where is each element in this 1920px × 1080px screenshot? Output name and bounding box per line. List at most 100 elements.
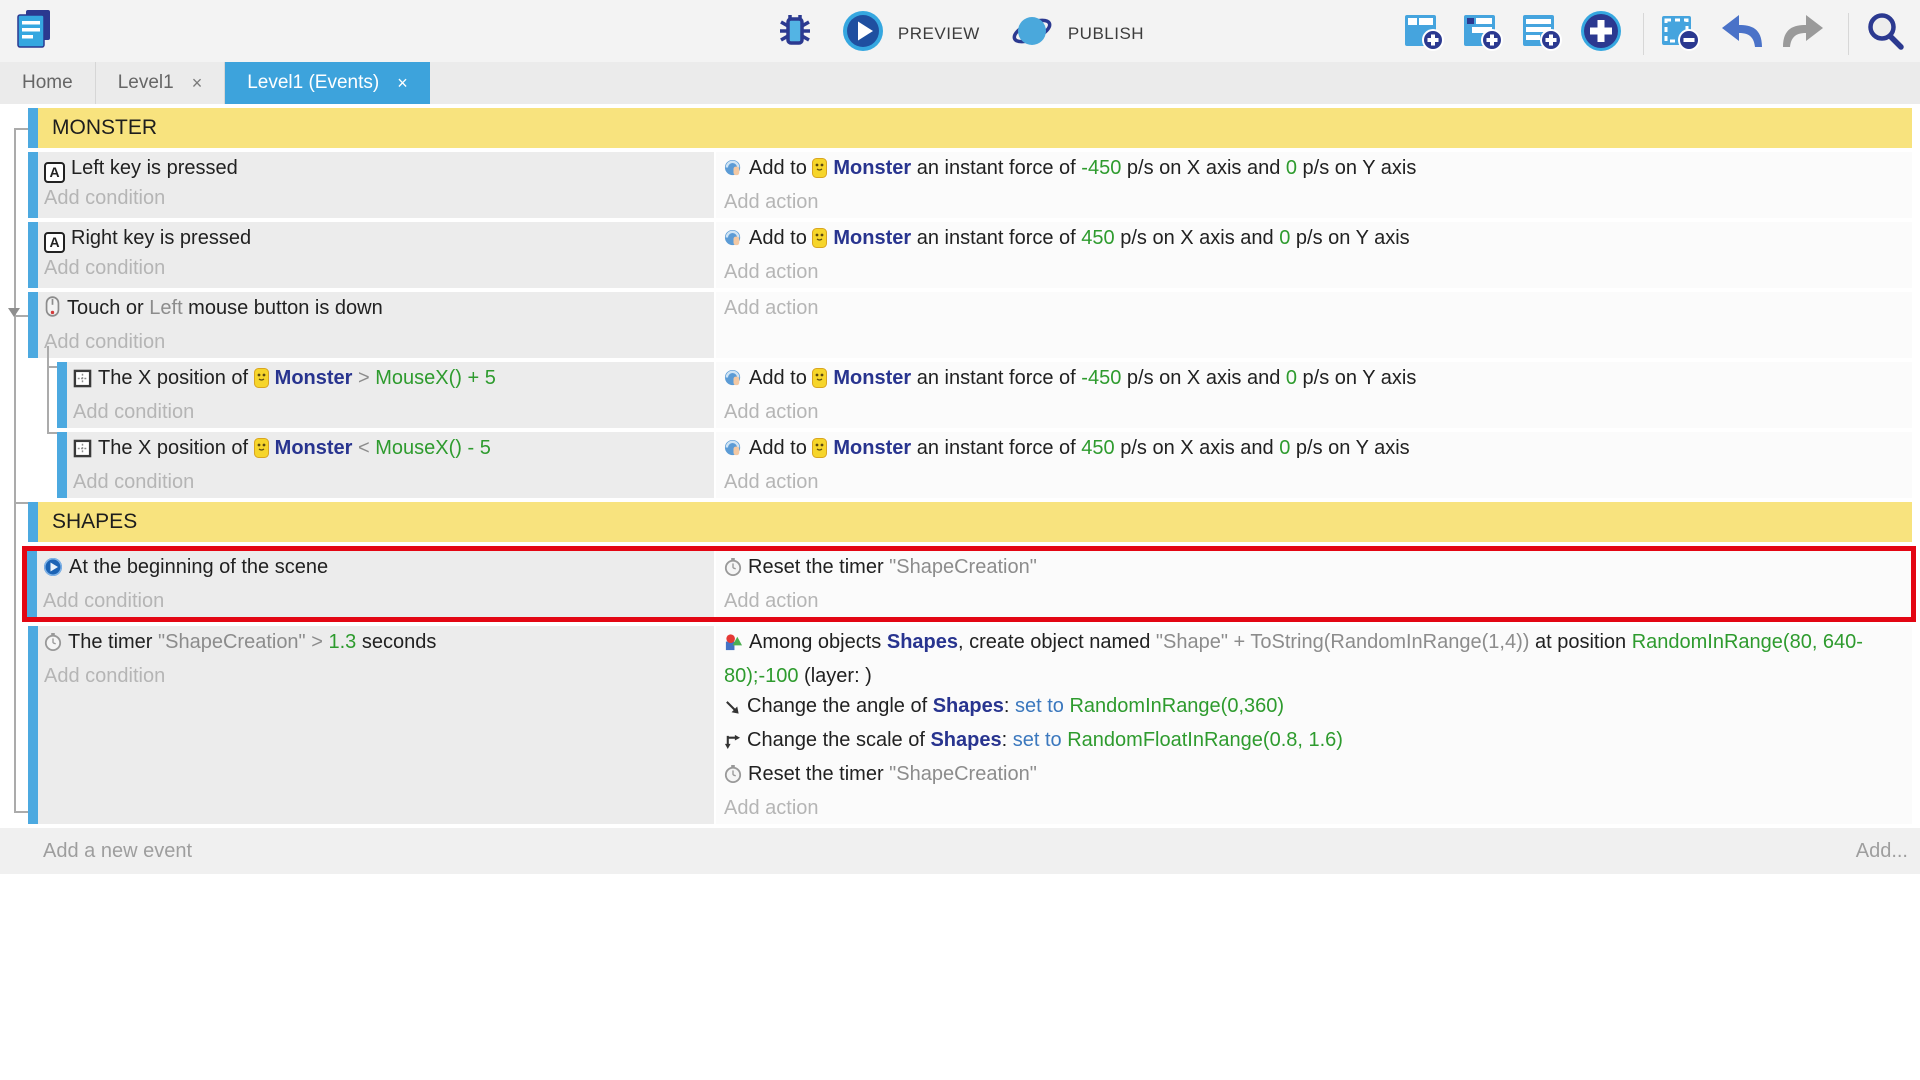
add-choose-event-button[interactable]: [1580, 10, 1622, 57]
preview-button[interactable]: PREVIEW: [842, 10, 980, 57]
event-touch-mouse: Touch or Left mouse button is down Add c…: [28, 292, 1912, 358]
action-cell: Add action: [716, 292, 1912, 358]
publish-button[interactable]: PUBLISH: [1010, 10, 1144, 57]
add-action-button[interactable]: Add action: [724, 293, 1904, 323]
group-header-monster[interactable]: MONSTER: [28, 108, 1912, 148]
action-change-angle[interactable]: Change the angle of Shapes: set to Rando…: [724, 691, 1904, 725]
monster-object-icon: [812, 157, 827, 187]
condition-xposition-lt[interactable]: The X position of Monster < MouseX() - 5: [73, 433, 710, 467]
timer-icon: [724, 556, 742, 586]
force-icon: [724, 157, 743, 187]
tab-level1-events[interactable]: Level1 (Events) ×: [225, 62, 430, 104]
tree-line: [47, 366, 57, 368]
action-add-force[interactable]: Add to Monster an instant force of -450 …: [724, 153, 1904, 187]
tree-line: [14, 128, 16, 813]
toolbar-separator: [1643, 13, 1644, 55]
tab-close-icon[interactable]: ×: [192, 73, 203, 94]
add-action-button[interactable]: Add action: [724, 397, 1904, 427]
add-condition-button[interactable]: Add condition: [43, 586, 710, 616]
create-object-icon: [724, 631, 743, 661]
condition-xposition-gt[interactable]: The X position of Monster > MouseX() + 5: [73, 363, 710, 397]
add-condition-button[interactable]: Add condition: [44, 183, 710, 213]
search-button[interactable]: [1864, 10, 1906, 57]
group-header-shapes[interactable]: SHAPES: [28, 502, 1912, 542]
condition-timer[interactable]: The timer "ShapeCreation" > 1.3 seconds: [44, 627, 710, 661]
globe-icon: [1010, 10, 1054, 57]
add-condition-button[interactable]: Add condition: [73, 397, 710, 427]
preview-label: PREVIEW: [898, 24, 980, 44]
debugger-button[interactable]: [776, 11, 820, 56]
add-new-event-button[interactable]: Add a new event: [43, 840, 192, 863]
add-action-button[interactable]: Add action: [724, 467, 1904, 497]
group-title: SHAPES: [52, 510, 137, 534]
action-add-force[interactable]: Add to Monster an instant force of 450 p…: [724, 223, 1904, 257]
condition-cell: The timer "ShapeCreation" > 1.3 seconds …: [38, 626, 716, 824]
event-timer: The timer "ShapeCreation" > 1.3 seconds …: [28, 626, 1912, 824]
tree-line: [14, 811, 28, 813]
bug-icon: [776, 11, 814, 56]
monster-object-icon: [812, 367, 827, 397]
tab-scene-level1[interactable]: Level1 ×: [96, 62, 226, 104]
play-icon: [842, 10, 884, 57]
event-bar: [28, 222, 38, 288]
add-comment-button[interactable]: [1521, 10, 1563, 57]
event-bar: [27, 551, 37, 617]
action-change-scale[interactable]: Change the scale of Shapes: set to Rando…: [724, 725, 1904, 759]
delete-selection-button[interactable]: [1659, 10, 1701, 57]
tab-home[interactable]: Home: [0, 62, 96, 104]
force-icon: [724, 437, 743, 467]
add-action-button[interactable]: Add action: [724, 257, 1904, 287]
add-condition-button[interactable]: Add condition: [44, 661, 710, 691]
add-condition-button[interactable]: Add condition: [44, 253, 710, 283]
position-icon: [73, 367, 92, 397]
condition-touch-mouse[interactable]: Touch or Left mouse button is down: [44, 293, 710, 327]
add-condition-button[interactable]: Add condition: [73, 467, 710, 497]
collapse-arrow-icon[interactable]: [8, 308, 20, 317]
force-icon: [724, 227, 743, 257]
timer-icon: [724, 763, 742, 793]
angle-icon: [724, 695, 741, 725]
condition-cell: At the beginning of the scene Add condit…: [37, 551, 716, 617]
add-subevent-button[interactable]: [1462, 10, 1504, 57]
keyboard-icon: A: [44, 232, 65, 253]
tab-label: Level1: [118, 72, 174, 94]
scale-icon: [724, 729, 741, 759]
condition-cell: ARight key is pressed Add condition: [38, 222, 716, 288]
action-reset-timer[interactable]: Reset the timer "ShapeCreation": [724, 759, 1904, 793]
add-condition-button[interactable]: Add condition: [44, 327, 710, 357]
undo-button[interactable]: [1718, 10, 1764, 57]
add-action-button[interactable]: Add action: [724, 187, 1904, 217]
condition-right-key[interactable]: ARight key is pressed: [44, 223, 710, 253]
condition-left-key[interactable]: ALeft key is pressed: [44, 153, 710, 183]
action-reset-timer[interactable]: Reset the timer "ShapeCreation": [724, 552, 1903, 586]
tree-line: [47, 346, 49, 434]
add-more-button[interactable]: Add...: [1856, 840, 1908, 863]
action-add-force[interactable]: Add to Monster an instant force of 450 p…: [724, 433, 1904, 467]
condition-cell: The X position of Monster > MouseX() + 5…: [67, 362, 716, 428]
force-icon: [724, 367, 743, 397]
action-cell: Add to Monster an instant force of 450 p…: [716, 222, 1912, 288]
tree-line: [14, 128, 28, 130]
add-event-button[interactable]: [1403, 10, 1445, 57]
tab-label: Level1 (Events): [247, 72, 379, 94]
condition-begin-scene[interactable]: At the beginning of the scene: [43, 552, 710, 586]
action-cell: Add to Monster an instant force of 450 p…: [716, 432, 1912, 498]
position-icon: [73, 437, 92, 467]
timer-icon: [44, 631, 62, 661]
add-action-button[interactable]: Add action: [724, 586, 1903, 616]
redo-button[interactable]: [1781, 10, 1827, 57]
monster-object-icon: [254, 367, 269, 397]
monster-object-icon: [812, 437, 827, 467]
event-bar: [28, 626, 38, 824]
subevent-xposition-lt: The X position of Monster < MouseX() - 5…: [57, 432, 1912, 498]
event-bar: [28, 292, 38, 358]
tree-line: [47, 432, 57, 434]
condition-cell: Touch or Left mouse button is down Add c…: [38, 292, 716, 358]
action-add-force[interactable]: Add to Monster an instant force of -450 …: [724, 363, 1904, 397]
add-action-button[interactable]: Add action: [724, 793, 1904, 823]
action-cell: Reset the timer "ShapeCreation" Add acti…: [716, 551, 1911, 617]
condition-cell: The X position of Monster < MouseX() - 5…: [67, 432, 716, 498]
events-footer: Add a new event Add...: [0, 828, 1920, 874]
tab-close-icon[interactable]: ×: [397, 73, 408, 94]
action-create-object[interactable]: Among objects Shapes, create object name…: [724, 627, 1904, 691]
